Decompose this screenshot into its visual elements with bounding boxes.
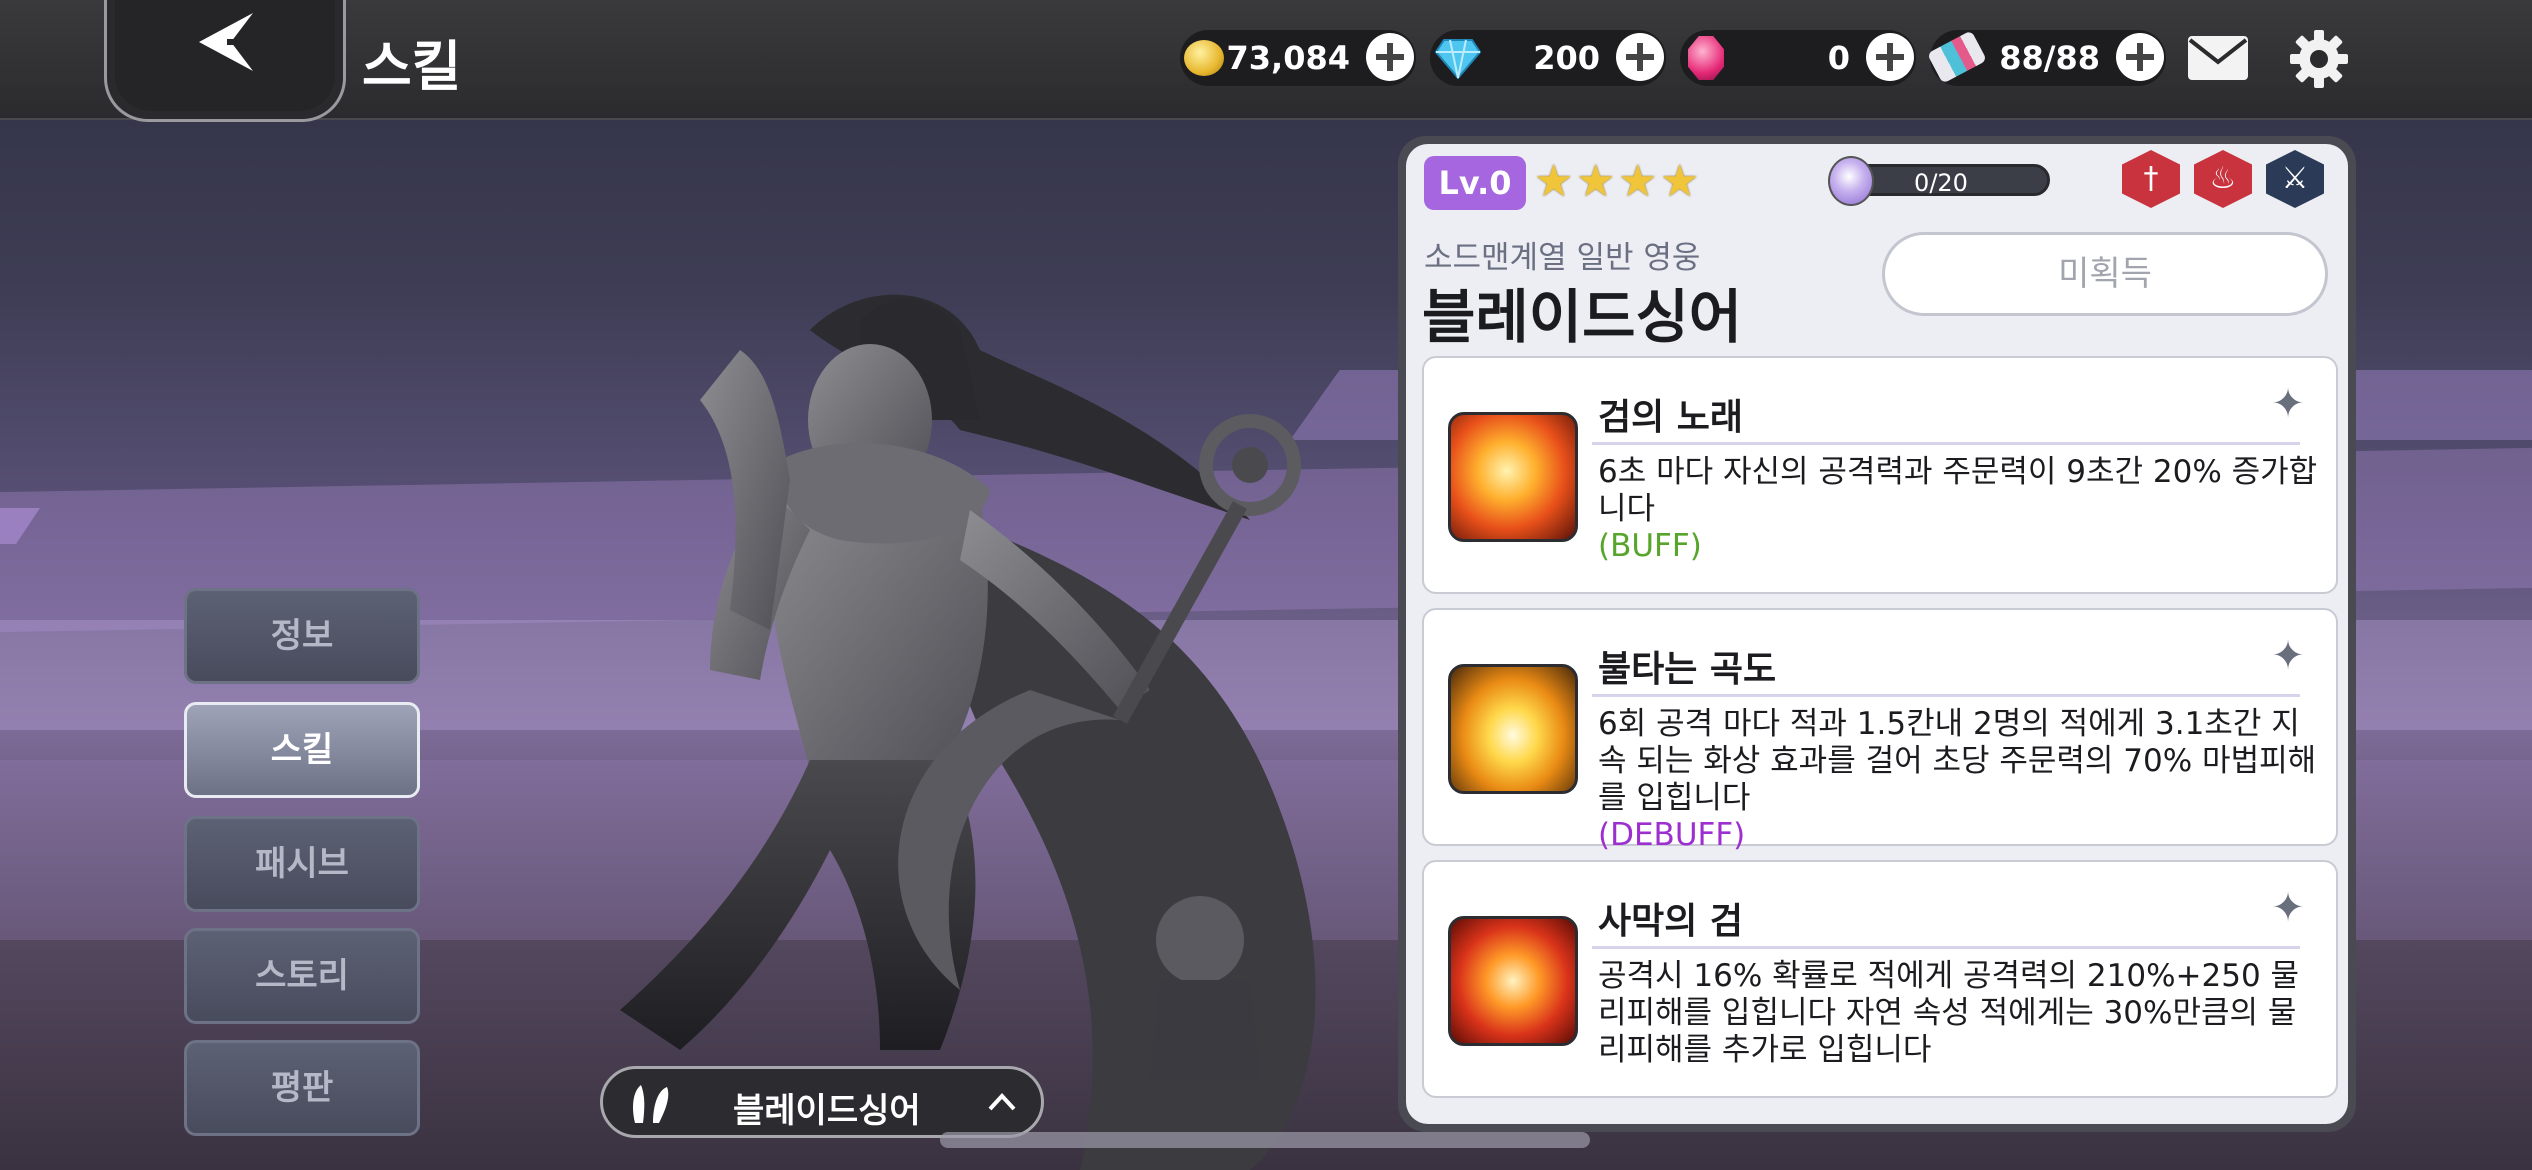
ruby-counter: 0 [1680, 30, 1916, 86]
page-title: 스킬 [362, 35, 462, 98]
desert-sword-skill-icon [1448, 916, 1578, 1046]
divider [1592, 442, 2300, 445]
divider [1592, 946, 2300, 949]
skill-description-text: 6초 마다 자신의 공격력과 주문력이 9초간 20% 증가합니다 [1598, 454, 2318, 527]
diamond-icon [1434, 39, 1482, 80]
gold-counter: 73,084 [1180, 30, 1416, 86]
skill-card[interactable]: 검의 노래 6초 마다 자신의 공격력과 주문력이 9초간 20% 증가합니다 … [1422, 356, 2338, 594]
hero-illustration [620, 294, 1316, 1170]
hero-name: 블레이드싱어 [1422, 283, 1743, 351]
level-badge: Lv.0 [1424, 156, 1526, 210]
skill-description-text: 공격시 16% 확률로 적에게 공격력의 210%+250 물리피해를 입힙니다… [1598, 958, 2300, 1068]
skill-card[interactable]: 불타는 곡도 6회 공격 마다 적과 1.5칸내 2명의 적에게 3.1초간 지… [1422, 608, 2338, 853]
skill-buff-tag: (BUFF) [1598, 528, 1702, 564]
ticket-icon [1926, 30, 1988, 84]
diamond-value: 200 [1533, 39, 1600, 77]
star-icon: ★ [1618, 156, 1658, 207]
back-button[interactable] [104, 0, 346, 122]
stamina-value: 88/88 [1999, 39, 2100, 77]
ruby-value: 0 [1827, 39, 1850, 77]
stamina-counter: 88/88 [1926, 30, 2166, 86]
add-gold-button[interactable] [1366, 33, 1414, 81]
skill-description: 6초 마다 자신의 공격력과 주문력이 9초간 20% 증가합니다 (BUFF) [1598, 454, 2318, 565]
settings-gear-icon[interactable] [2288, 28, 2350, 90]
divider [1592, 694, 2300, 697]
skill-title: 불타는 곡도 [1598, 649, 1777, 690]
unowned-status-button[interactable]: 미획득 [1882, 232, 2328, 316]
gold-value: 73,084 [1226, 39, 1350, 77]
tab-story[interactable]: 스토리 [184, 928, 420, 1024]
skill-card[interactable]: 사막의 검 공격시 16% 확률로 적에게 공격력의 210%+250 물리피해… [1422, 860, 2338, 1098]
top-bar: 스킬 73,084 200 0 88/88 [0, 0, 2532, 122]
skill-description: 6회 공격 마다 적과 1.5칸내 2명의 적에게 3.1초간 지속 되는 화상… [1598, 706, 2318, 854]
skill-debuff-tag: (DEBUFF) [1598, 817, 1746, 853]
sparkle-icon: ✦ [2271, 633, 2305, 679]
essence-drop-icon [1828, 156, 1874, 206]
sparkle-icon: ✦ [2271, 381, 2305, 427]
skill-description: 공격시 16% 확률로 적에게 공격력의 210%+250 물리피해를 입힙니다… [1598, 958, 2318, 1069]
song-of-sword-skill-icon [1448, 412, 1578, 542]
hero-selector-name: 블레이드싱어 [733, 1091, 921, 1131]
skill-description-text: 6회 공격 마다 적과 1.5칸내 2명의 적에게 3.1초간 지속 되는 화상… [1598, 706, 2317, 816]
tab-reputation[interactable]: 평판 [184, 1040, 420, 1136]
tab-skill[interactable]: 스킬 [184, 702, 420, 798]
gold-coin-icon [1184, 40, 1224, 76]
star-icon: ★ [1534, 156, 1574, 207]
chevron-up-icon [988, 1093, 1016, 1111]
skill-title: 사막의 검 [1598, 901, 1744, 942]
sparkle-icon: ✦ [2271, 885, 2305, 931]
mail-icon[interactable] [2188, 36, 2248, 80]
add-ruby-button[interactable] [1866, 33, 1914, 81]
tab-info[interactable]: 정보 [184, 588, 420, 684]
horizontal-scrollbar[interactable] [940, 1132, 1590, 1148]
skill-title: 검의 노래 [1598, 397, 1744, 438]
star-icon: ★ [1576, 156, 1616, 207]
hero-selector-dropdown[interactable]: 블레이드싱어 [600, 1066, 1044, 1138]
back-arrow-icon [199, 13, 255, 71]
add-diamond-button[interactable] [1616, 33, 1664, 81]
diamond-counter: 200 [1430, 30, 1666, 86]
star-icon: ★ [1660, 156, 1700, 207]
rabbit-icon [633, 1085, 669, 1123]
ruby-icon [1688, 36, 1724, 80]
tab-passive[interactable]: 패시브 [184, 816, 420, 912]
add-stamina-button[interactable] [2116, 33, 2164, 81]
burning-scimitar-skill-icon [1448, 664, 1578, 794]
